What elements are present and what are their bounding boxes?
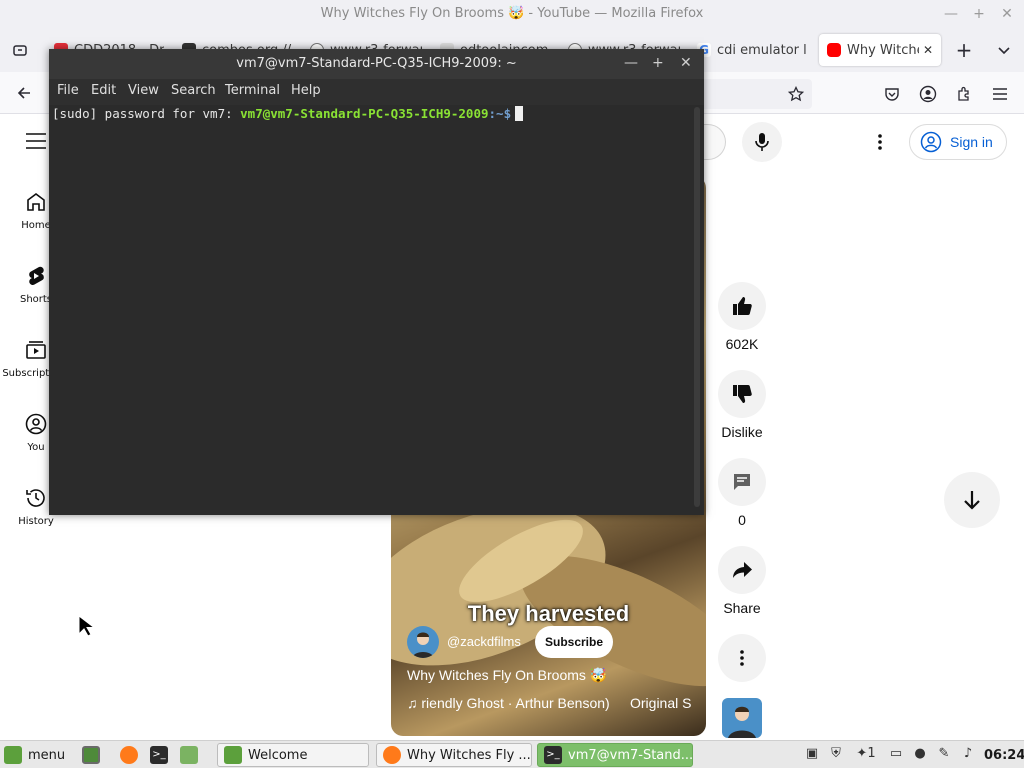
- terminal-window[interactable]: vm7@vm7-Standard-PC-Q35-ICH9-2009: ~ — +…: [49, 49, 704, 515]
- taskbar: menu >_ Welcome Why Witches Fly ... >_ vm…: [0, 740, 1024, 768]
- tab-list-icon[interactable]: [994, 40, 1014, 60]
- desktop-icon: [82, 746, 100, 764]
- launcher-firefox[interactable]: [120, 743, 144, 767]
- taskbar-window-firefox[interactable]: Why Witches Fly ...: [376, 743, 532, 767]
- menu-edit[interactable]: Edit: [91, 83, 116, 98]
- clock[interactable]: 06:24: [984, 743, 1024, 767]
- dislike-label: Dislike: [721, 424, 763, 440]
- shorts-icon: [29, 266, 44, 286]
- original-sound[interactable]: Original S: [630, 695, 691, 711]
- show-desktop-button[interactable]: [82, 743, 106, 767]
- firefox-icon: [120, 746, 138, 764]
- terminal-title: vm7@vm7-Standard-PC-Q35-ICH9-2009: ~: [49, 49, 704, 79]
- volume-icon[interactable]: ♪: [960, 746, 976, 762]
- sign-in-button[interactable]: Sign in: [909, 124, 1007, 160]
- tab-close-icon[interactable]: ✕: [923, 43, 933, 57]
- folder-icon: [180, 746, 198, 764]
- terminal-icon: >_: [544, 746, 562, 764]
- comment-icon: [734, 474, 750, 490]
- terminal-icon: >_: [150, 746, 168, 764]
- tab-6[interactable]: Gcdi emulator li: [697, 34, 807, 66]
- display-icon[interactable]: ▭: [888, 746, 904, 762]
- home-icon: [27, 193, 45, 211]
- taskbar-window-welcome[interactable]: Welcome: [217, 743, 369, 767]
- taskbar-window-terminal[interactable]: >_ vm7@vm7-Stand...: [537, 743, 693, 767]
- comment-count: 0: [738, 512, 746, 528]
- browser-titlebar: Why Witches Fly On Brooms 🤯 - YouTube — …: [0, 0, 1024, 28]
- terminal-close-button[interactable]: ✕: [680, 55, 692, 71]
- pocket-icon[interactable]: [882, 84, 902, 104]
- new-tab-button[interactable]: +: [954, 38, 974, 62]
- bookmark-star-icon[interactable]: [786, 84, 806, 104]
- user-tray-icon[interactable]: ●: [912, 746, 928, 762]
- youtube-favicon: [827, 43, 841, 57]
- terminal-body[interactable]: [sudo] password for vm7: vm7@vm7-Standar…: [49, 105, 704, 515]
- sound-avatar[interactable]: [722, 698, 762, 738]
- menu-search[interactable]: Search: [171, 83, 216, 98]
- you-icon: [25, 413, 47, 435]
- launcher-terminal[interactable]: >_: [150, 743, 174, 767]
- terminal-scrollbar[interactable]: [694, 107, 700, 507]
- menu-terminal[interactable]: Terminal: [225, 83, 280, 98]
- menu-file[interactable]: File: [57, 83, 79, 98]
- thumbs-up-icon: [733, 297, 752, 315]
- menu-help[interactable]: Help: [291, 83, 321, 98]
- more-vertical-icon: [740, 650, 744, 666]
- mouse-pointer-icon: [78, 615, 96, 637]
- menu-icon[interactable]: [990, 84, 1010, 104]
- maximize-button[interactable]: +: [971, 6, 987, 22]
- tab-active[interactable]: Why Witche ✕: [819, 34, 941, 66]
- more-options-icon[interactable]: [872, 132, 888, 152]
- more-actions-button[interactable]: [718, 634, 766, 682]
- start-menu-button[interactable]: menu: [4, 743, 65, 767]
- terminal-menubar: File Edit View Search Terminal Help: [49, 79, 704, 105]
- thumbs-down-icon: [733, 385, 752, 403]
- arrow-down-icon: [964, 491, 980, 510]
- like-count: 602K: [725, 336, 759, 352]
- terminal-cursor: [515, 106, 524, 121]
- tab-overview-icon[interactable]: [10, 40, 30, 60]
- sidebar-item-label: History: [18, 516, 54, 527]
- back-icon[interactable]: [14, 83, 34, 103]
- comments-button[interactable]: [718, 458, 766, 506]
- channel-name[interactable]: @zackdfilms: [447, 634, 521, 649]
- history-icon: [26, 489, 45, 507]
- window-title: Why Witches Fly On Brooms 🤯 - YouTube — …: [320, 6, 704, 21]
- hamburger-menu-icon[interactable]: [26, 133, 46, 149]
- subscriptions-icon: [26, 341, 46, 359]
- like-button[interactable]: [718, 282, 766, 330]
- share-icon: [733, 562, 752, 578]
- video-caption: They harvested: [467, 601, 630, 626]
- user-icon: [920, 131, 942, 153]
- launcher-files[interactable]: [180, 743, 204, 767]
- share-button[interactable]: [718, 546, 766, 594]
- sign-in-label: Sign in: [950, 134, 993, 150]
- dislike-button[interactable]: [718, 370, 766, 418]
- channel-avatar[interactable]: [407, 626, 439, 658]
- shield-icon[interactable]: ⛨: [828, 746, 844, 762]
- clipboard-icon[interactable]: ▣: [804, 746, 820, 762]
- video-music[interactable]: ♫ riendly Ghost · Arthur Benson): [407, 695, 610, 711]
- network-icon[interactable]: ✎: [936, 746, 952, 762]
- firefox-icon: [383, 746, 401, 764]
- account-icon[interactable]: [918, 84, 938, 104]
- menu-view[interactable]: View: [128, 83, 159, 98]
- terminal-minimize-button[interactable]: —: [624, 55, 638, 71]
- notifications-tray[interactable]: ✦1: [852, 746, 880, 762]
- terminal-maximize-button[interactable]: +: [652, 55, 664, 71]
- close-button[interactable]: ✕: [999, 6, 1015, 22]
- mint-logo-icon: [4, 746, 22, 764]
- music-note-icon: ♫: [407, 695, 422, 711]
- share-label: Share: [723, 600, 761, 616]
- video-title[interactable]: Why Witches Fly On Brooms 🤯: [407, 667, 607, 684]
- terminal-line: [sudo] password for vm7: vm7@vm7-Standar…: [52, 106, 524, 121]
- extensions-icon[interactable]: [954, 84, 974, 104]
- next-video-button[interactable]: [944, 472, 1000, 528]
- minimize-button[interactable]: —: [943, 6, 959, 22]
- menu-label: menu: [28, 747, 66, 763]
- voice-search-button[interactable]: [742, 122, 782, 162]
- mint-welcome-icon: [224, 746, 242, 764]
- subscribe-button[interactable]: Subscribe: [535, 626, 613, 658]
- microphone-icon: [755, 133, 769, 151]
